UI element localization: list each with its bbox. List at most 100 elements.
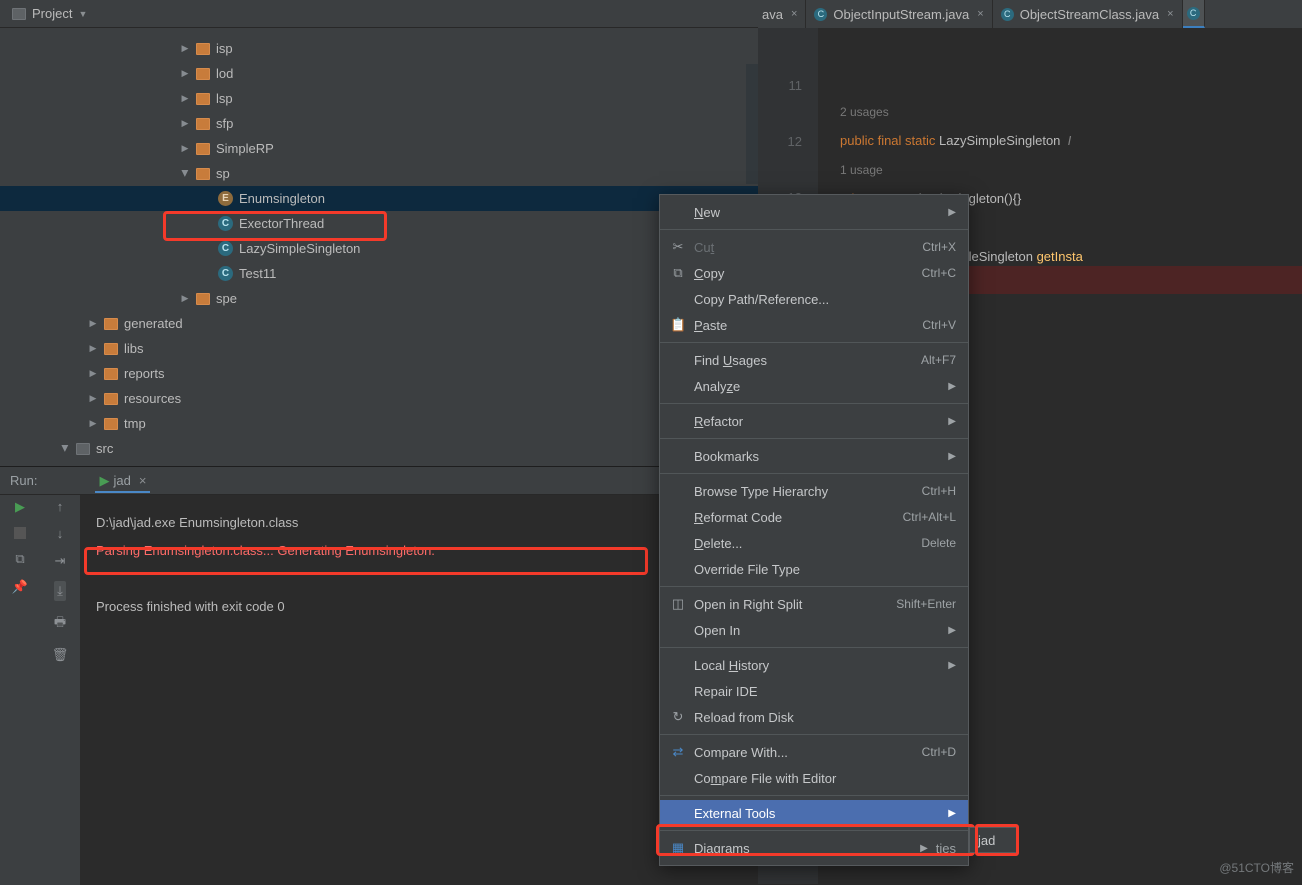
tree-folder-tmp[interactable]: ▶tmp bbox=[0, 411, 758, 436]
close-icon[interactable]: × bbox=[139, 473, 147, 488]
tree-folder-generated[interactable]: ▶generated bbox=[0, 311, 758, 336]
menu-new[interactable]: New▶ bbox=[660, 199, 968, 225]
class-icon: C bbox=[218, 241, 233, 256]
menu-repair-ide[interactable]: Repair IDE bbox=[660, 678, 968, 704]
trash-icon[interactable]: 🗑 bbox=[52, 647, 69, 663]
folder-icon bbox=[104, 318, 118, 330]
project-dropdown[interactable]: Project ▼ bbox=[6, 4, 93, 23]
close-icon[interactable]: × bbox=[1167, 8, 1173, 20]
shortcut: Ctrl+V bbox=[922, 318, 956, 332]
split-icon: ◫ bbox=[670, 596, 686, 612]
code-token: LazySimpleSingleton bbox=[939, 133, 1068, 148]
tree-folder-lsp[interactable]: ▶lsp bbox=[0, 86, 758, 111]
menu-label: Open In bbox=[694, 623, 740, 638]
run-header: Run: ▶ jad × bbox=[0, 467, 758, 495]
menu-find-usages[interactable]: Find UsagesAlt+F7 bbox=[660, 347, 968, 373]
editor-tab-osc[interactable]: CObjectStreamClass.java× bbox=[993, 0, 1183, 28]
line-number: 12 bbox=[758, 128, 802, 156]
submenu-arrow-icon: ▶ bbox=[948, 808, 956, 819]
code-token: getInsta bbox=[1037, 249, 1083, 264]
submenu-arrow-icon: ▶ bbox=[920, 843, 928, 854]
shortcut: Ctrl+Alt+L bbox=[903, 510, 956, 524]
class-icon: C bbox=[1187, 7, 1200, 20]
menu-compare-with[interactable]: ⇄Compare With...Ctrl+D bbox=[660, 739, 968, 765]
menu-separator bbox=[660, 647, 968, 648]
menu-separator bbox=[660, 473, 968, 474]
menu-reload-disk[interactable]: ↻Reload from Disk bbox=[660, 704, 968, 730]
tree-folder-reports[interactable]: ▶reports bbox=[0, 361, 758, 386]
tree-file-enumsingleton[interactable]: EEnumsingleton bbox=[0, 186, 758, 211]
submenu-external-tools[interactable]: jad bbox=[969, 827, 1019, 853]
tree-file-test11[interactable]: CTest11 bbox=[0, 261, 758, 286]
menu-override-filetype[interactable]: Override File Type bbox=[660, 556, 968, 582]
menu-label: Copy Path/Reference... bbox=[694, 292, 829, 307]
folder-icon bbox=[104, 343, 118, 355]
tree-folder-sfp[interactable]: ▶sfp bbox=[0, 111, 758, 136]
menu-label: Override File Type bbox=[694, 562, 800, 577]
folder-icon bbox=[104, 393, 118, 405]
chevron-down-icon: ▼ bbox=[78, 9, 87, 19]
tree-folder-lod[interactable]: ▶lod bbox=[0, 61, 758, 86]
folder-icon bbox=[196, 118, 210, 130]
menu-bookmarks[interactable]: Bookmarks▶ bbox=[660, 443, 968, 469]
tree-folder-isp[interactable]: ▶isp bbox=[0, 36, 758, 61]
folder-icon bbox=[12, 8, 26, 20]
menu-separator bbox=[660, 830, 968, 831]
class-icon: C bbox=[218, 266, 233, 281]
menu-open-in[interactable]: Open In▶ bbox=[660, 617, 968, 643]
menu-paste[interactable]: 📋PasteCtrl+V bbox=[660, 312, 968, 338]
tree-folder-sp[interactable]: ▶sp bbox=[0, 161, 758, 186]
menu-tail: ties bbox=[936, 841, 956, 856]
menu-diagrams[interactable]: ▦Diagrams▶ties bbox=[660, 835, 968, 861]
submenu-item-jad[interactable]: jad bbox=[978, 833, 995, 848]
red-highlight-box bbox=[164, 212, 386, 240]
menu-separator bbox=[660, 438, 968, 439]
console-output[interactable]: D:\jad\jad.exe Enumsingleton.class Parsi… bbox=[0, 495, 758, 621]
menu-cut[interactable]: ✂CutCtrl+X bbox=[660, 234, 968, 260]
run-tab-jad[interactable]: ▶ jad × bbox=[95, 469, 150, 493]
submenu-arrow-icon: ▶ bbox=[948, 207, 956, 218]
run-panel: Run: ▶ jad × ▶ ⧉ 📌 ↑ ↓ ⇥ ⤓ 🖶 🗑 D:\jad\ja… bbox=[0, 466, 758, 884]
submenu-arrow-icon: ▶ bbox=[948, 660, 956, 671]
menu-label: Browse Type Hierarchy bbox=[694, 484, 828, 499]
menu-open-right-split[interactable]: ◫Open in Right SplitShift+Enter bbox=[660, 591, 968, 617]
reload-icon: ↻ bbox=[670, 709, 686, 725]
project-tree[interactable]: ▶isp ▶lod ▶lsp ▶sfp ▶SimpleRP ▶sp EEnums… bbox=[0, 28, 758, 461]
menu-delete[interactable]: Delete...Delete bbox=[660, 530, 968, 556]
paste-icon: 📋 bbox=[670, 317, 686, 333]
menu-analyze[interactable]: Analyze▶ bbox=[660, 373, 968, 399]
tree-folder-spe[interactable]: ▶spe bbox=[0, 286, 758, 311]
shortcut: Delete bbox=[921, 536, 956, 550]
tree-folder-libs[interactable]: ▶libs bbox=[0, 336, 758, 361]
tree-folder-simplerp[interactable]: ▶SimpleRP bbox=[0, 136, 758, 161]
menu-copypath[interactable]: Copy Path/Reference... bbox=[660, 286, 968, 312]
code-token: public final static bbox=[840, 133, 939, 148]
close-icon[interactable]: × bbox=[791, 8, 797, 20]
menu-label: Repair IDE bbox=[694, 684, 758, 699]
tree-folder-src[interactable]: ▶src bbox=[0, 436, 758, 461]
menu-refactor[interactable]: Refactor▶ bbox=[660, 408, 968, 434]
editor-tab-partial[interactable]: ava× bbox=[758, 0, 806, 28]
menu-local-history[interactable]: Local History▶ bbox=[660, 652, 968, 678]
copy-icon: ⧉ bbox=[670, 265, 686, 281]
enum-icon: E bbox=[218, 191, 233, 206]
run-tab-label: jad bbox=[113, 473, 130, 488]
play-icon: ▶ bbox=[99, 473, 109, 489]
menu-label: External Tools bbox=[694, 806, 775, 821]
editor-tab-active[interactable]: C bbox=[1183, 0, 1205, 28]
close-icon[interactable]: × bbox=[977, 8, 983, 20]
menu-type-hierarchy[interactable]: Browse Type HierarchyCtrl+H bbox=[660, 478, 968, 504]
tree-folder-resources[interactable]: ▶resources bbox=[0, 386, 758, 411]
menu-separator bbox=[660, 734, 968, 735]
folder-icon bbox=[104, 368, 118, 380]
project-label: Project bbox=[32, 6, 72, 21]
class-icon: C bbox=[1001, 8, 1014, 21]
shortcut: Ctrl+D bbox=[922, 745, 956, 759]
editor-tab-ois[interactable]: CObjectInputStream.java× bbox=[806, 0, 992, 28]
menu-reformat[interactable]: Reformat CodeCtrl+Alt+L bbox=[660, 504, 968, 530]
submenu-arrow-icon: ▶ bbox=[948, 416, 956, 427]
menu-copy[interactable]: ⧉CopyCtrl+C bbox=[660, 260, 968, 286]
menu-external-tools[interactable]: External Tools ▶ bbox=[660, 800, 968, 826]
menu-compare-editor[interactable]: Compare File with Editor bbox=[660, 765, 968, 791]
class-icon: C bbox=[814, 8, 827, 21]
